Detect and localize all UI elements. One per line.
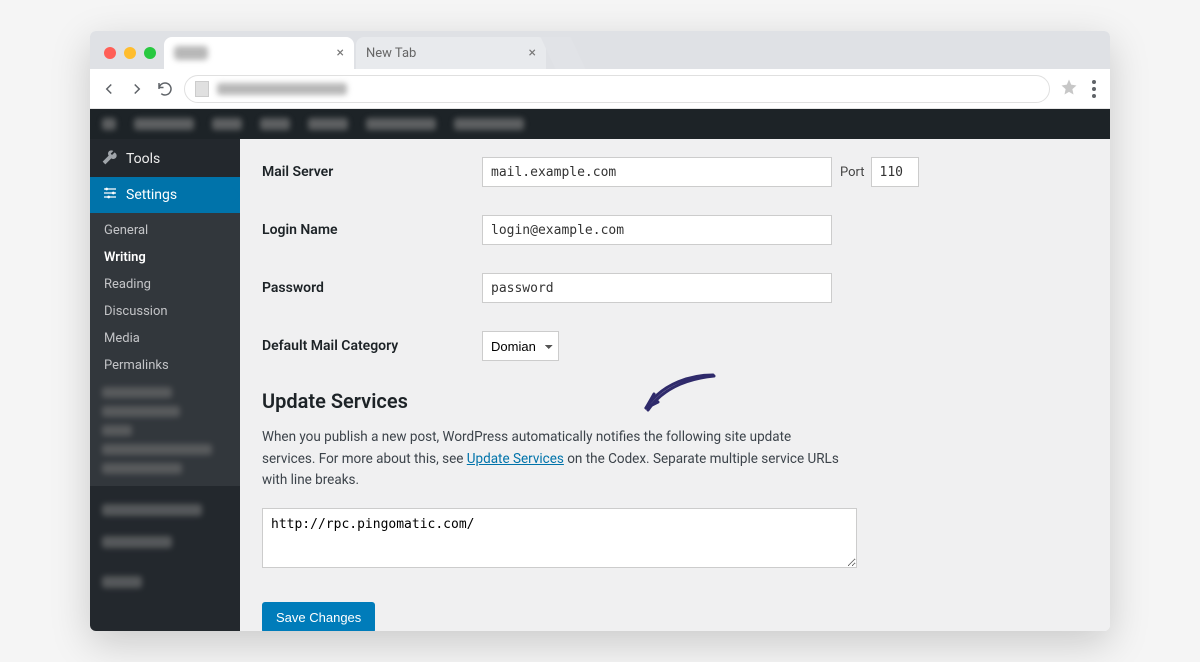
address-bar[interactable] — [184, 75, 1050, 103]
sidebar-item-label: Settings — [126, 187, 177, 203]
tab-title-blurred — [174, 46, 208, 60]
subitem-permalinks[interactable]: Permalinks — [90, 352, 240, 379]
sidebar-item-blurred — [102, 504, 202, 516]
label-default-mail-category: Default Mail Category — [262, 338, 482, 354]
url-blurred — [217, 83, 347, 95]
subitem-reading[interactable]: Reading — [90, 271, 240, 298]
adminbar-item-blurred — [308, 118, 348, 130]
wp-body: Tools Settings General Writing Reading D… — [90, 139, 1110, 631]
adminbar-item-blurred — [366, 118, 436, 130]
sidebar-item-tools[interactable]: Tools — [90, 141, 240, 177]
subitem-blurred — [102, 463, 182, 474]
forward-button[interactable] — [128, 80, 146, 98]
row-mail-server: Mail Server Port — [262, 157, 1088, 187]
wp-adminbar — [90, 109, 1110, 139]
subitem-discussion[interactable]: Discussion — [90, 298, 240, 325]
row-password: Password — [262, 273, 1088, 303]
label-password: Password — [262, 280, 482, 296]
settings-submenu: General Writing Reading Discussion Media… — [90, 213, 240, 486]
window-controls — [98, 47, 164, 69]
input-mail-server[interactable] — [482, 157, 832, 187]
row-login-name: Login Name — [262, 215, 1088, 245]
input-password[interactable] — [482, 273, 832, 303]
bookmark-icon[interactable] — [1060, 78, 1078, 100]
wp-sidebar: Tools Settings General Writing Reading D… — [90, 139, 240, 631]
sidebar-item-label: Tools — [126, 151, 160, 167]
reload-button[interactable] — [156, 80, 174, 98]
new-tab-button[interactable] — [541, 37, 586, 69]
tab-label: New Tab — [366, 46, 416, 61]
browser-tab-new[interactable]: New Tab × — [356, 37, 546, 69]
sidebar-item-blurred — [102, 576, 142, 588]
tab-close-icon[interactable]: × — [529, 45, 536, 61]
sidebar-item-settings[interactable]: Settings — [90, 177, 240, 213]
page-icon — [195, 81, 209, 97]
browser-window: × New Tab × — [90, 31, 1110, 631]
wp-admin: Tools Settings General Writing Reading D… — [90, 109, 1110, 631]
subitem-blurred — [102, 425, 132, 436]
label-login-name: Login Name — [262, 222, 482, 238]
label-mail-server: Mail Server — [262, 164, 482, 180]
save-changes-button[interactable]: Save Changes — [262, 602, 375, 631]
menu-button[interactable] — [1088, 80, 1100, 98]
subitem-general[interactable]: General — [90, 217, 240, 244]
wrench-icon — [102, 149, 118, 169]
settings-writing-page: Mail Server Port Login Name Password Def… — [240, 139, 1110, 631]
minimize-window-button[interactable] — [124, 47, 136, 59]
adminbar-item-blurred — [134, 118, 194, 130]
heading-update-services: Update Services — [262, 389, 1088, 413]
sliders-icon — [102, 185, 118, 205]
browser-toolbar — [90, 69, 1110, 109]
subitem-blurred — [102, 387, 172, 398]
input-login-name[interactable] — [482, 215, 832, 245]
update-services-description: When you publish a new post, WordPress a… — [262, 427, 842, 492]
maximize-window-button[interactable] — [144, 47, 156, 59]
input-port[interactable] — [871, 157, 919, 187]
adminbar-item-blurred — [102, 118, 116, 130]
tab-close-icon[interactable]: × — [337, 45, 344, 61]
adminbar-item-blurred — [260, 118, 290, 130]
textarea-update-services[interactable]: http://rpc.pingomatic.com/ — [262, 508, 857, 568]
subitem-media[interactable]: Media — [90, 325, 240, 352]
label-port: Port — [840, 165, 865, 180]
close-window-button[interactable] — [104, 47, 116, 59]
back-button[interactable] — [100, 80, 118, 98]
adminbar-item-blurred — [454, 118, 524, 130]
sidebar-item-blurred — [102, 536, 172, 548]
subitem-blurred — [102, 406, 180, 417]
browser-tabbar: × New Tab × — [90, 31, 1110, 69]
adminbar-item-blurred — [212, 118, 242, 130]
subitem-blurred — [102, 444, 212, 455]
link-update-services[interactable]: Update Services — [467, 451, 564, 467]
select-default-mail-category[interactable]: Domian — [482, 331, 559, 361]
row-default-mail-category: Default Mail Category Domian — [262, 331, 1088, 361]
browser-tab-active[interactable]: × — [164, 37, 354, 69]
subitem-writing[interactable]: Writing — [90, 244, 240, 271]
